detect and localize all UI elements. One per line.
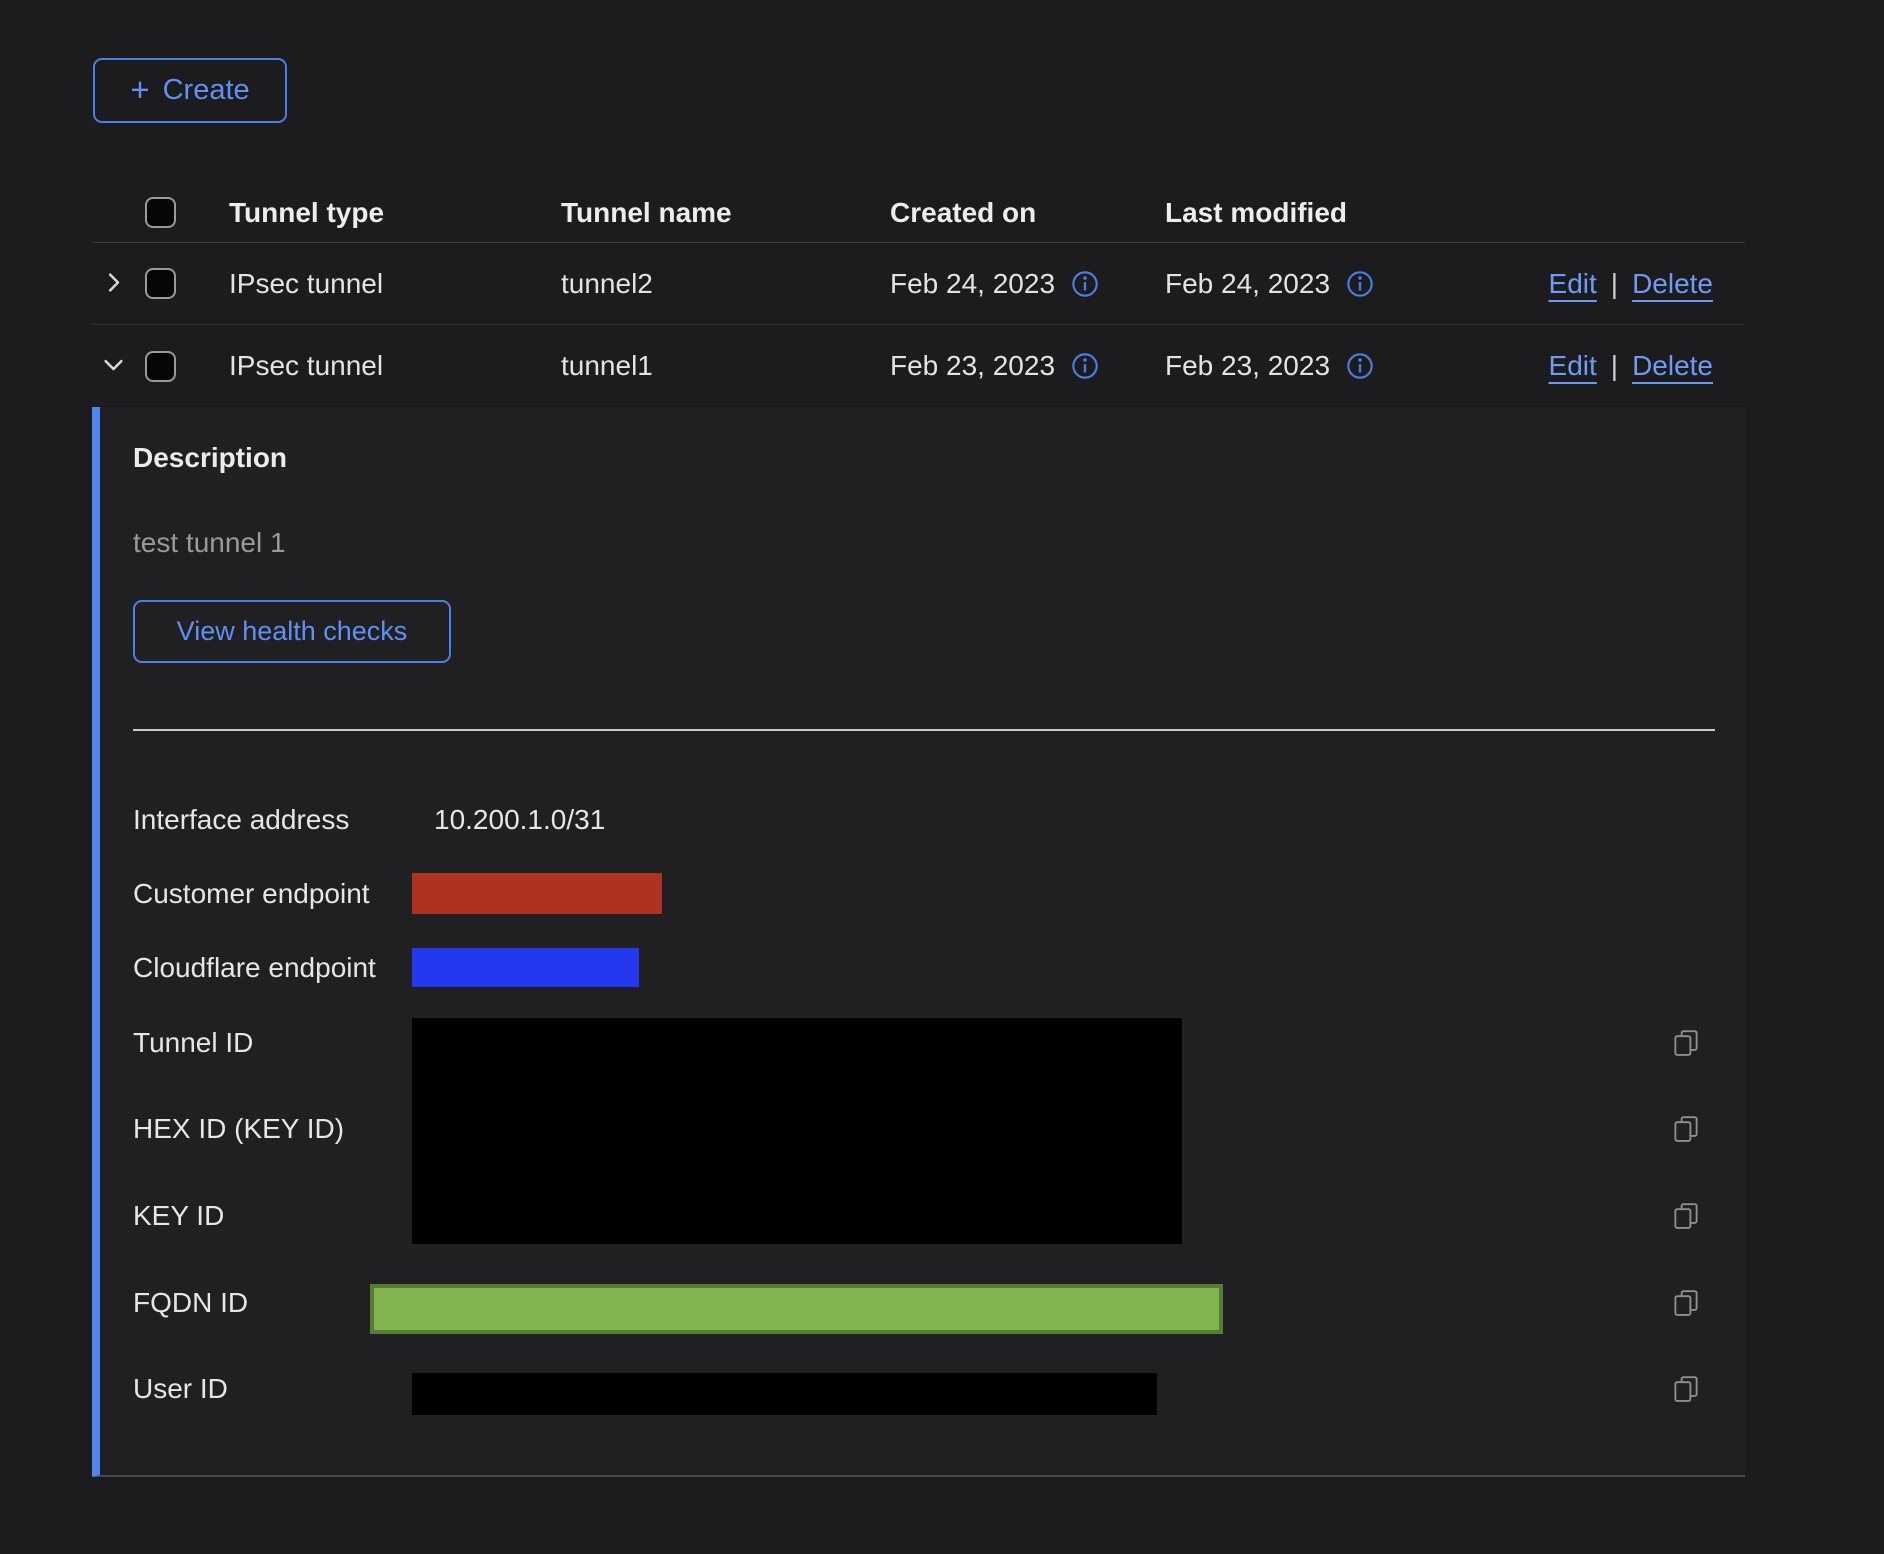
header-tunnel-name: Tunnel name (561, 197, 890, 229)
view-health-checks-label: View health checks (177, 616, 408, 647)
interface-address-label: Interface address (133, 800, 433, 840)
user-id-redaction (412, 1373, 1157, 1415)
delete-link[interactable]: Delete (1632, 268, 1713, 300)
actions-separator: | (1611, 350, 1618, 382)
plus-icon: + (130, 73, 149, 106)
create-button-label: Create (163, 74, 250, 107)
hex-id-label: HEX ID (KEY ID) (133, 1109, 433, 1149)
copy-hex-id-button[interactable] (1671, 1115, 1701, 1145)
description-value: test tunnel 1 (133, 527, 286, 559)
info-icon[interactable] (1071, 352, 1099, 380)
description-label: Description (133, 442, 287, 474)
table-header-row: Tunnel type Tunnel name Created on Last … (93, 183, 1745, 243)
delete-link[interactable]: Delete (1632, 350, 1713, 382)
row-checkbox[interactable] (145, 351, 176, 382)
customer-endpoint-label: Customer endpoint (133, 874, 433, 914)
cell-last-modified: Feb 23, 2023 (1165, 350, 1330, 382)
table-row: IPsec tunnel tunnel2 Feb 24, 2023 Feb 24… (93, 243, 1745, 325)
tunnels-page: { "colors": { "accent_blue": "#4b7fe8", … (0, 0, 1884, 1554)
view-health-checks-button[interactable]: View health checks (133, 600, 451, 663)
edit-link[interactable]: Edit (1549, 350, 1597, 382)
user-id-label: User ID (133, 1369, 433, 1409)
table-row: IPsec tunnel tunnel1 Feb 23, 2023 Feb 23… (93, 325, 1745, 407)
info-icon[interactable] (1346, 352, 1374, 380)
tunnel-id-label: Tunnel ID (133, 1023, 433, 1063)
cell-tunnel-name: tunnel1 (561, 350, 890, 382)
copy-key-id-button[interactable] (1671, 1202, 1701, 1232)
cloudflare-endpoint-redaction (412, 948, 639, 987)
header-last-modified: Last modified (1165, 197, 1465, 229)
cell-tunnel-type: IPsec tunnel (229, 350, 561, 382)
copy-icon (1671, 1114, 1701, 1147)
chevron-right-icon (100, 269, 127, 299)
fqdn-id-redaction (370, 1284, 1223, 1334)
select-all-checkbox[interactable] (145, 197, 176, 228)
customer-endpoint-redaction (412, 873, 662, 914)
chevron-down-icon (100, 351, 127, 381)
edit-link[interactable]: Edit (1549, 268, 1597, 300)
expand-row-button[interactable] (93, 264, 133, 304)
cell-created-on: Feb 23, 2023 (890, 350, 1055, 382)
copy-icon (1671, 1201, 1701, 1234)
info-icon[interactable] (1346, 270, 1374, 298)
info-icon[interactable] (1071, 270, 1099, 298)
ids-redaction (412, 1018, 1182, 1244)
header-created-on: Created on (890, 197, 1165, 229)
cell-tunnel-type: IPsec tunnel (229, 268, 561, 300)
create-button[interactable]: + Create (93, 58, 287, 123)
cell-last-modified: Feb 24, 2023 (1165, 268, 1330, 300)
key-id-label: KEY ID (133, 1196, 433, 1236)
actions-separator: | (1611, 268, 1618, 300)
cell-tunnel-name: tunnel2 (561, 268, 890, 300)
copy-user-id-button[interactable] (1671, 1375, 1701, 1405)
tunnels-table: Tunnel type Tunnel name Created on Last … (93, 183, 1745, 407)
cloudflare-endpoint-label: Cloudflare endpoint (133, 948, 433, 988)
divider (133, 729, 1715, 731)
interface-address-value: 10.200.1.0/31 (434, 800, 605, 840)
copy-fqdn-id-button[interactable] (1671, 1289, 1701, 1319)
copy-icon (1671, 1374, 1701, 1407)
header-tunnel-type: Tunnel type (229, 197, 561, 229)
collapse-row-button[interactable] (93, 346, 133, 386)
tunnel-details-panel: Description test tunnel 1 View health ch… (92, 407, 1745, 1477)
copy-icon (1671, 1288, 1701, 1321)
copy-icon (1671, 1028, 1701, 1061)
row-checkbox[interactable] (145, 268, 176, 299)
copy-tunnel-id-button[interactable] (1671, 1029, 1701, 1059)
cell-created-on: Feb 24, 2023 (890, 268, 1055, 300)
